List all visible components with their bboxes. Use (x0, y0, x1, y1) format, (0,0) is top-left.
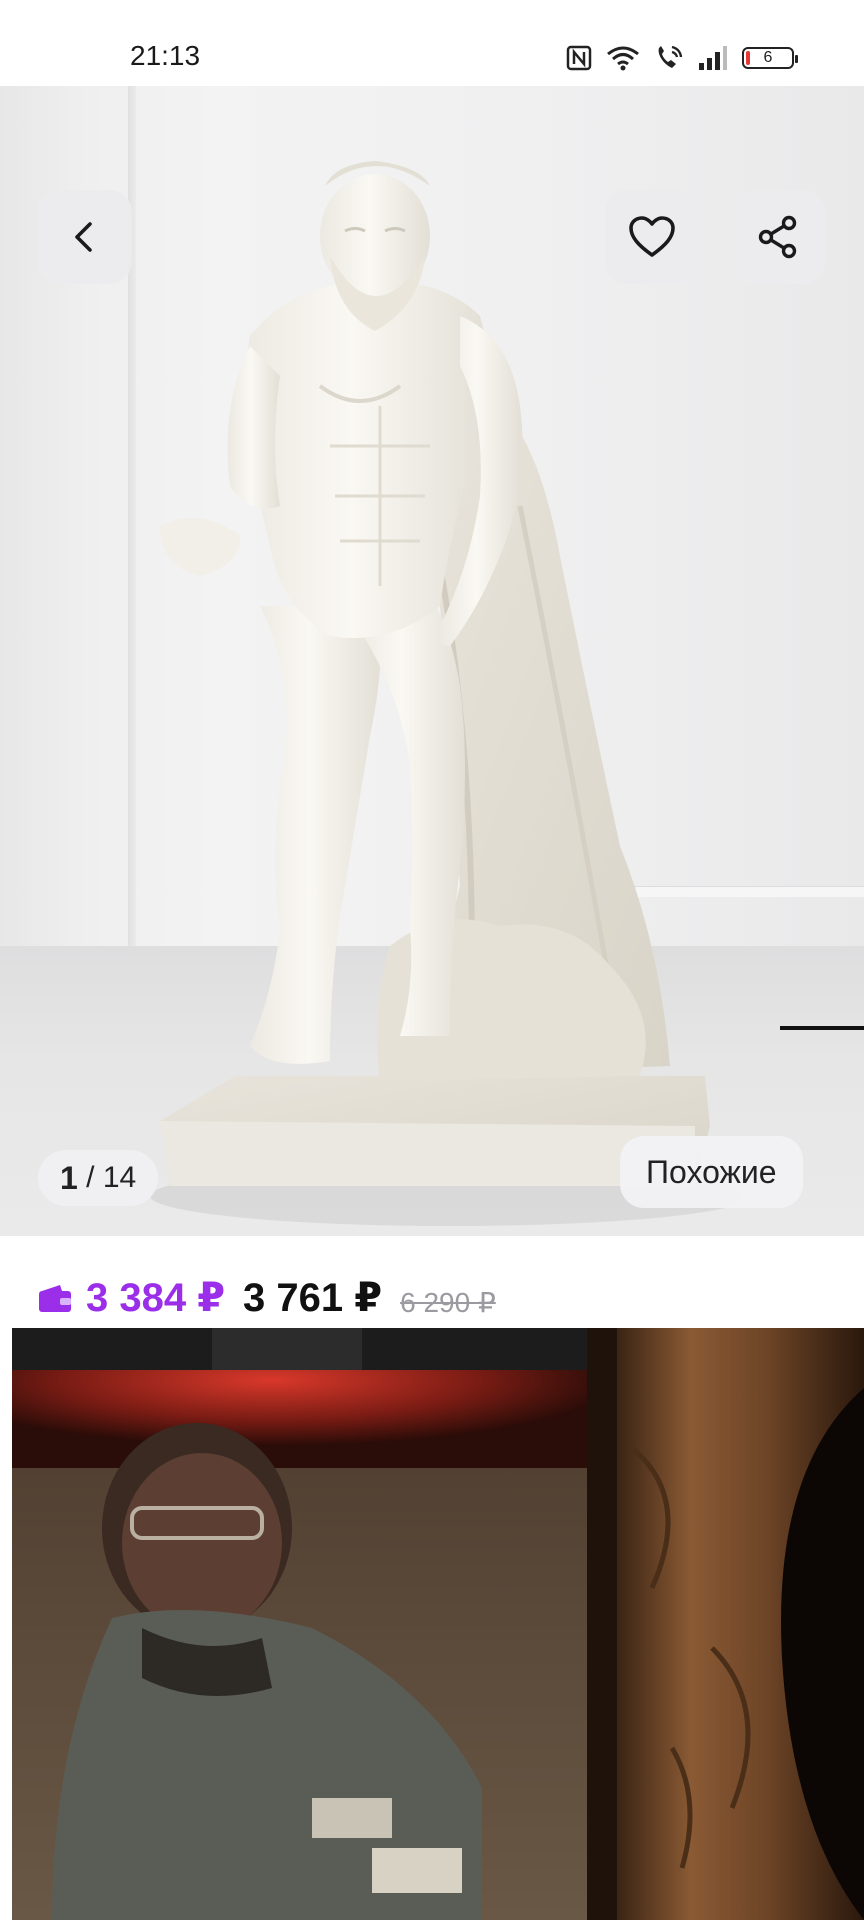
wifi-call-icon (658, 45, 683, 68)
battery-icon: 6 (742, 47, 798, 69)
meme-video-frame (12, 1328, 864, 1920)
status-icons: 6 (566, 42, 798, 74)
favorite-button[interactable] (605, 190, 699, 284)
similar-button[interactable]: Похожие (620, 1136, 803, 1208)
image-counter-current: 1 (60, 1159, 78, 1196)
nfc-icon (566, 45, 592, 71)
old-price: 6 290 ₽ (400, 1286, 496, 1318)
chevron-left-icon (75, 222, 92, 252)
image-counter: 1 / 14 (38, 1150, 159, 1206)
status-bar: 21:13 6 (0, 0, 864, 86)
image-counter-separator: / (77, 1161, 103, 1194)
price-row: 3 384 ₽ 3 761 ₽ 6 290 ₽ (38, 1270, 496, 1326)
signal-icon (699, 46, 727, 70)
share-button[interactable] (731, 190, 825, 284)
heart-icon (629, 216, 675, 257)
status-time: 21:13 (130, 40, 201, 71)
wifi-icon (607, 46, 639, 71)
background-rod (780, 1026, 864, 1030)
battery-level-text: 6 (763, 49, 773, 66)
share-icon (758, 215, 797, 259)
battery-level-fill (746, 51, 750, 65)
meme-video-overlay (12, 1328, 864, 1920)
wallet-icon (38, 1281, 72, 1315)
current-price: 3 761 ₽ (243, 1276, 383, 1320)
product-image-gallery[interactable]: 1 / 14 Похожие (0, 86, 864, 1236)
image-counter-total: 14 (102, 1161, 137, 1194)
wallet-price: 3 384 ₽ (86, 1276, 226, 1320)
back-button[interactable] (38, 190, 132, 284)
